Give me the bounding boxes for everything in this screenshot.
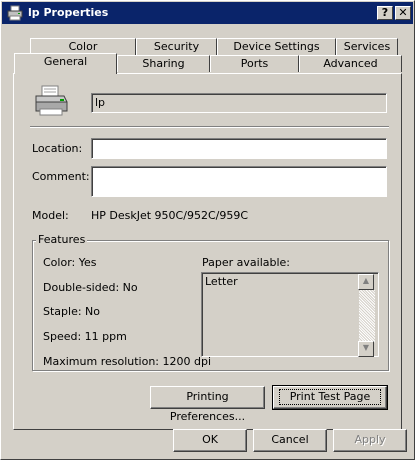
printer-name-field[interactable]: lp: [91, 93, 387, 113]
color-feature: Color: Yes: [43, 256, 97, 269]
tab-ports[interactable]: Ports: [210, 55, 299, 72]
tab-sharing[interactable]: Sharing: [117, 55, 210, 72]
scrollbar-track[interactable]: [359, 290, 375, 343]
double-sided-feature: Double-sided: No: [43, 281, 138, 294]
paper-available-list[interactable]: Letter: [201, 272, 379, 357]
tab-services[interactable]: Services: [336, 38, 398, 55]
comment-input[interactable]: [91, 166, 387, 197]
printer-icon: [7, 5, 23, 21]
tab-general[interactable]: General: [14, 53, 117, 74]
cancel-button[interactable]: Cancel: [253, 429, 327, 452]
paper-available-label: Paper available:: [202, 256, 291, 269]
printer-icon: [35, 85, 68, 116]
print-test-page-label: Print Test Page: [278, 389, 382, 405]
model-value: HP DeskJet 950C/952C/959C: [91, 209, 249, 222]
list-item[interactable]: Letter: [205, 275, 238, 288]
tab-security[interactable]: Security: [136, 38, 217, 55]
separator: [30, 126, 389, 128]
title-bar[interactable]: lp Properties ? ✕: [2, 2, 413, 24]
scroll-up-button[interactable]: ▲: [358, 274, 374, 290]
window-title: lp Properties: [28, 6, 109, 19]
staple-feature: Staple: No: [43, 305, 101, 318]
ok-button[interactable]: OK: [173, 429, 247, 452]
tab-device-settings[interactable]: Device Settings: [217, 38, 336, 55]
features-title: Features: [36, 233, 88, 246]
scroll-down-button[interactable]: ▼: [358, 341, 374, 357]
location-input[interactable]: [91, 138, 387, 159]
max-resolution-feature: Maximum resolution: 1200 dpi: [43, 355, 212, 368]
printer-name-value: lp: [95, 96, 106, 109]
location-label: Location:: [32, 142, 83, 155]
print-test-page-button[interactable]: Print Test Page: [272, 385, 388, 410]
model-label: Model:: [32, 209, 69, 222]
speed-feature: Speed: 11 ppm: [43, 330, 127, 343]
comment-label: Comment:: [32, 170, 90, 183]
close-button[interactable]: ✕: [395, 6, 411, 20]
tab-advanced[interactable]: Advanced: [299, 55, 402, 72]
apply-button[interactable]: Apply: [333, 429, 407, 452]
printing-preferences-button[interactable]: Printing Preferences...: [150, 386, 265, 423]
help-button[interactable]: ?: [377, 6, 393, 20]
